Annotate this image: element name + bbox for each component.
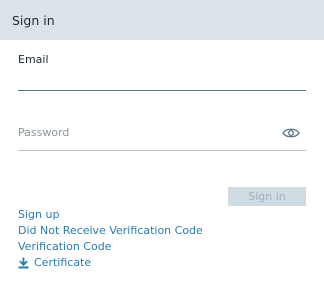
password-field[interactable] [18, 122, 280, 142]
certificate-link[interactable]: Certificate [18, 256, 91, 269]
sign-in-button[interactable]: Sign in [228, 187, 306, 206]
download-icon [18, 257, 29, 269]
no-verification-code-link[interactable]: Did Not Receive Verification Code [18, 224, 203, 237]
email-label: Email [18, 53, 49, 66]
eye-icon[interactable] [282, 124, 300, 138]
password-underline [18, 150, 306, 151]
certificate-label: Certificate [34, 256, 92, 269]
sign-in-header: Sign in [0, 0, 324, 40]
email-field[interactable] [18, 68, 306, 91]
verification-code-link[interactable]: Verification Code [18, 240, 111, 253]
header-title: Sign in [12, 12, 55, 28]
sign-up-link[interactable]: Sign up [18, 208, 59, 221]
